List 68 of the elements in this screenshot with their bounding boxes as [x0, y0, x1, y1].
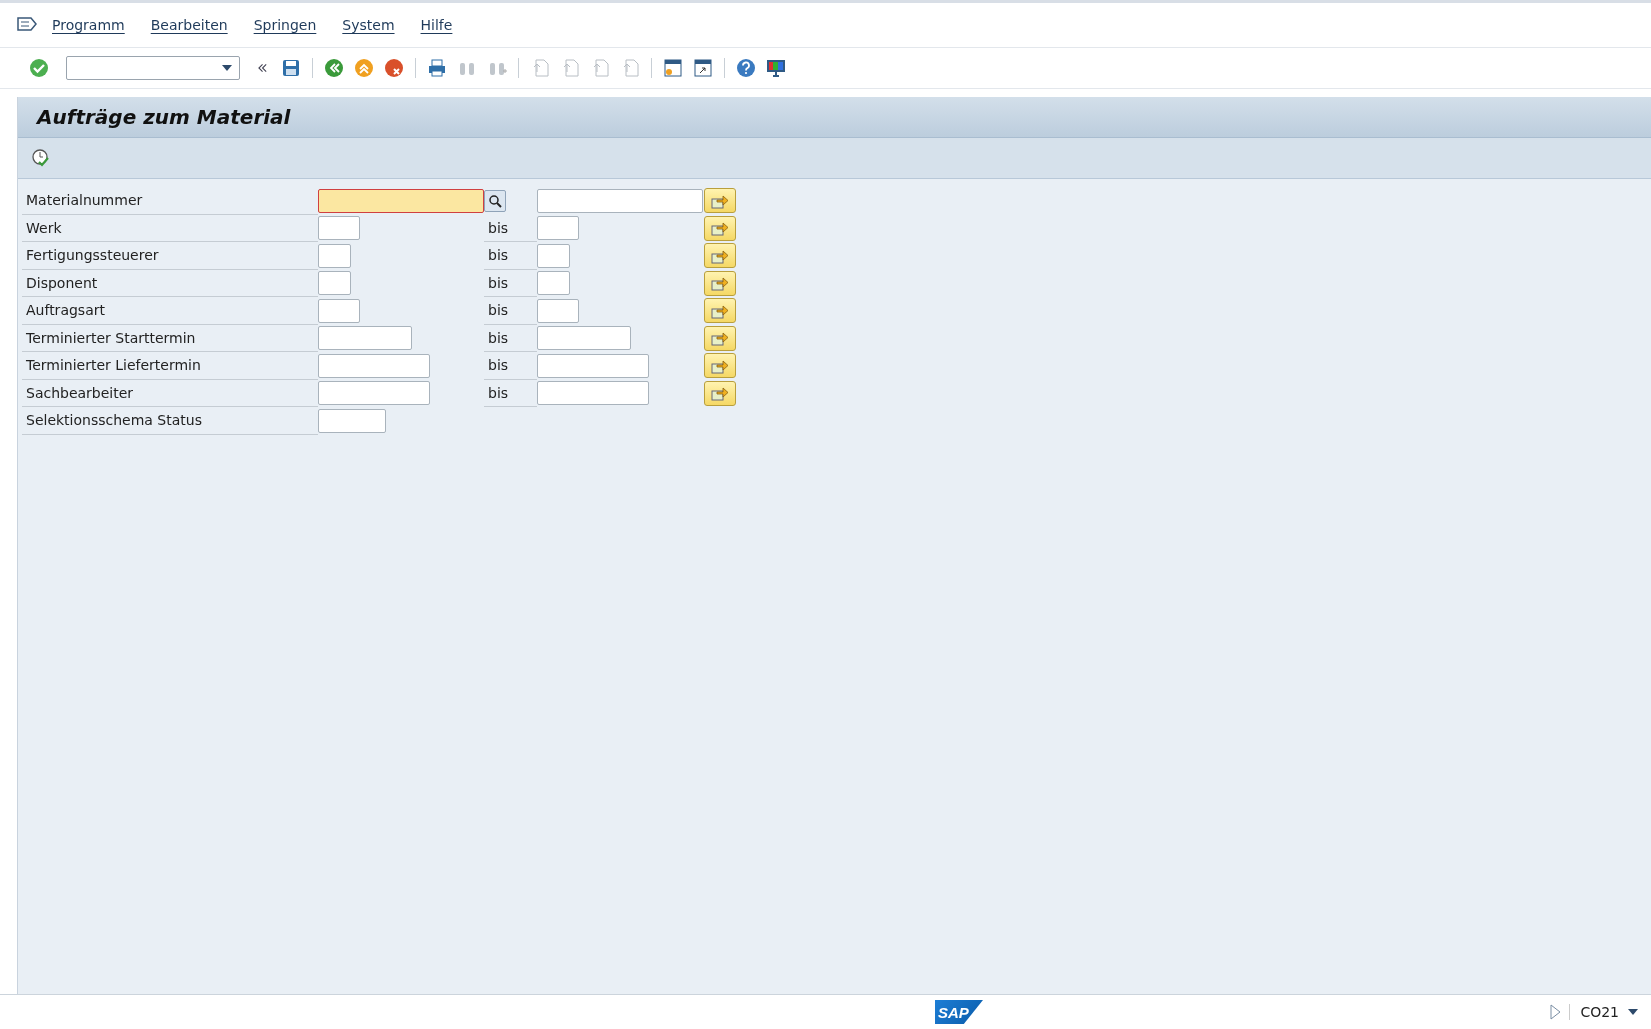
magnifier-icon [488, 193, 502, 208]
input-field[interactable] [537, 381, 649, 406]
menu-item[interactable]: Bearbeiten [150, 17, 228, 33]
arrow-folder-icon [711, 275, 729, 292]
check-icon[interactable] [28, 57, 50, 79]
print-icon[interactable] [426, 57, 448, 79]
execute-icon[interactable] [30, 147, 52, 169]
multiple-selection-button[interactable] [704, 215, 736, 241]
input-field[interactable] [318, 408, 386, 433]
input-field[interactable] [318, 353, 430, 378]
arrow-folder-icon [711, 302, 729, 319]
field-label: Werk [22, 214, 318, 242]
menu-icon[interactable] [16, 16, 38, 34]
arrow-folder-icon [711, 330, 729, 347]
menu-item[interactable]: Programm [52, 17, 125, 33]
expand-arrow-icon[interactable] [1549, 1004, 1562, 1020]
input-field[interactable] [318, 381, 430, 406]
menu-item[interactable]: Hilfe [420, 17, 453, 33]
arrow-folder-icon [711, 247, 729, 264]
back-icon[interactable] [323, 57, 345, 79]
command-field[interactable] [66, 56, 240, 80]
input-field[interactable] [318, 216, 360, 241]
input-field[interactable] [318, 326, 412, 351]
multiple-selection-button[interactable] [704, 243, 736, 269]
arrow-folder-icon [711, 220, 729, 237]
input-field[interactable] [318, 271, 351, 296]
screen-title: Aufträge zum Material [37, 105, 291, 129]
input-field[interactable] [537, 326, 631, 351]
input-field[interactable] [537, 298, 579, 323]
arrow-folder-icon [711, 357, 729, 374]
field-label: Selektionsschema Status [22, 407, 318, 435]
field-label: Fertigungssteuerer [22, 242, 318, 270]
field-label: Sachbearbeiter [22, 379, 318, 407]
help-icon[interactable] [735, 57, 757, 79]
multiple-selection-button[interactable] [704, 325, 736, 351]
dropdown-caret-icon[interactable] [1627, 1008, 1639, 1016]
new-window-icon[interactable] [662, 57, 684, 79]
input-field[interactable] [537, 216, 579, 241]
input-field[interactable] [318, 188, 484, 213]
input-field[interactable] [537, 353, 649, 378]
multiple-selection-button[interactable] [704, 188, 736, 214]
cancel-icon[interactable] [383, 57, 405, 79]
multiple-selection-button[interactable] [704, 380, 736, 406]
save-icon[interactable] [280, 57, 302, 79]
search-help-button[interactable] [484, 189, 506, 212]
multiple-selection-button[interactable] [704, 298, 736, 324]
multiple-selection-button[interactable] [704, 270, 736, 296]
field-label: Auftragsart [22, 297, 318, 325]
arrow-folder-icon [711, 385, 729, 402]
input-field[interactable] [318, 298, 360, 323]
shortcut-window-icon[interactable] [692, 57, 714, 79]
input-field[interactable] [537, 243, 570, 268]
field-label: Materialnummer [22, 187, 318, 215]
input-field[interactable] [318, 243, 351, 268]
logo: SAP [935, 1000, 983, 1024]
menu-item[interactable]: Springen [253, 17, 317, 33]
dropdown-caret-icon[interactable] [221, 64, 233, 72]
arrow-folder-icon [711, 192, 729, 209]
menu-item[interactable]: System [342, 17, 395, 33]
field-label: Terminierter Liefertermin [22, 352, 318, 380]
transaction-code[interactable]: CO21 [1569, 1004, 1639, 1020]
field-label: Terminierter Starttermin [22, 324, 318, 352]
multiple-selection-button[interactable] [704, 353, 736, 379]
input-field[interactable] [537, 271, 570, 296]
input-field[interactable] [537, 188, 703, 213]
field-label: Disponent [22, 269, 318, 297]
monitor-icon[interactable] [765, 57, 787, 79]
exit-icon[interactable] [353, 57, 375, 79]
